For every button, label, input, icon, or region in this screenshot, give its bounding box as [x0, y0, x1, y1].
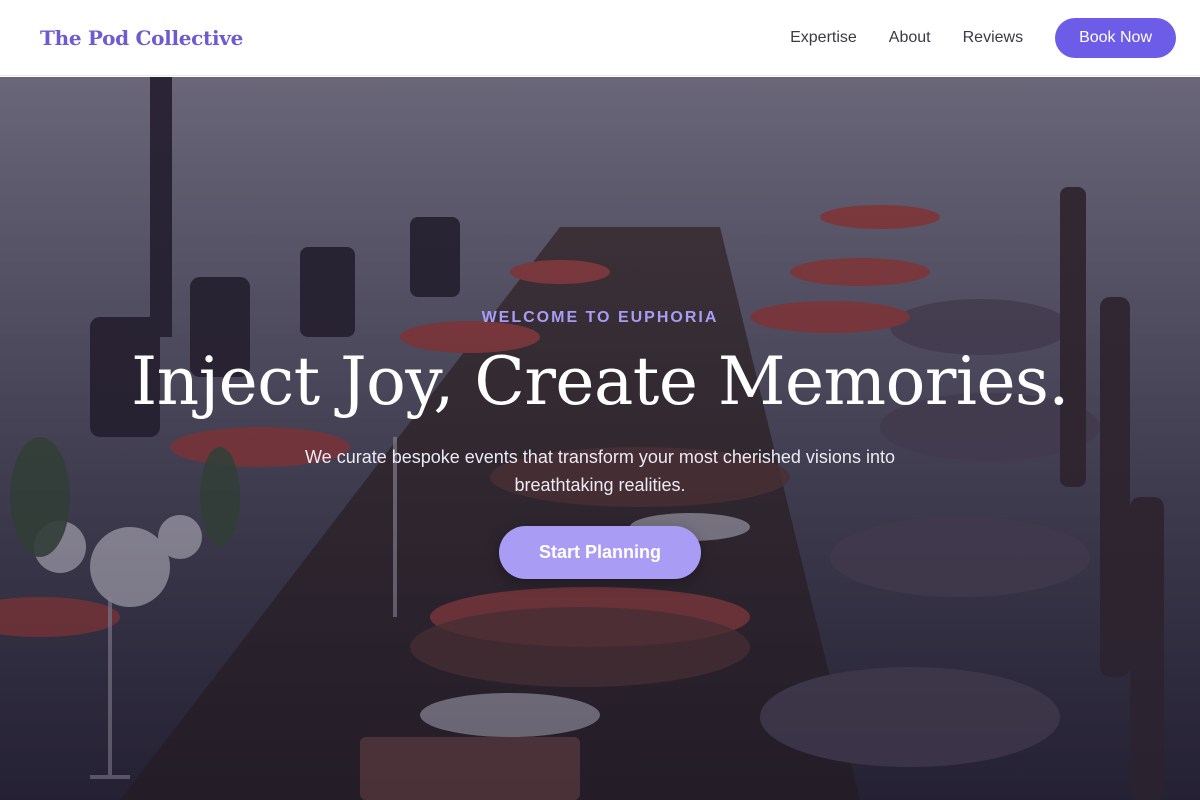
site-header: The Pod Collective Expertise About Revie…	[0, 0, 1200, 76]
book-now-button[interactable]: Book Now	[1055, 17, 1176, 58]
nav-link-reviews[interactable]: Reviews	[963, 29, 1023, 47]
nav-link-expertise[interactable]: Expertise	[790, 29, 857, 47]
hero-content: WELCOME TO EUPHORIA Inject Joy, Create M…	[0, 77, 1200, 800]
hero-section: WELCOME TO EUPHORIA Inject Joy, Create M…	[0, 77, 1200, 800]
hero-subtitle: We curate bespoke events that transform …	[305, 447, 895, 495]
hero-headline: Inject Joy, Create Memories.	[131, 343, 1069, 420]
start-planning-button[interactable]: Start Planning	[499, 526, 701, 579]
nav-link-about[interactable]: About	[889, 29, 931, 47]
hero-eyebrow: WELCOME TO EUPHORIA	[481, 309, 719, 326]
brand-logo[interactable]: The Pod Collective	[40, 26, 243, 50]
main-nav: Expertise About Reviews	[790, 29, 1023, 47]
